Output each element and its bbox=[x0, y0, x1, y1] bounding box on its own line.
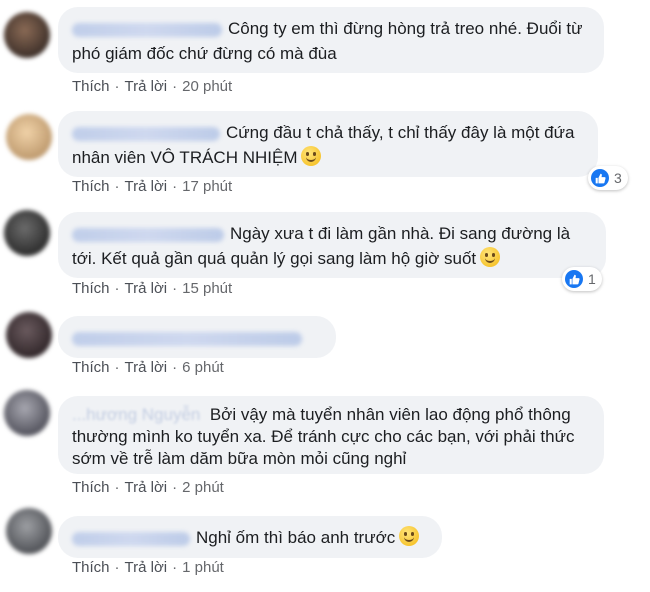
comment-time[interactable]: 6 phút bbox=[182, 359, 224, 376]
reaction-count[interactable]: 3 bbox=[588, 166, 628, 190]
smiley-emoji-icon bbox=[301, 146, 322, 166]
like-reaction-icon bbox=[591, 169, 609, 187]
separator: · bbox=[172, 479, 178, 496]
like-button[interactable]: Thích bbox=[72, 78, 110, 95]
separator: · bbox=[114, 559, 120, 576]
separator: · bbox=[172, 359, 178, 376]
comment-actions: Thích · Trả lời · 15 phút bbox=[72, 280, 232, 297]
reaction-number: 1 bbox=[588, 271, 596, 287]
separator: · bbox=[114, 479, 120, 496]
comment-bubble: Nghỉ ốm thì báo anh trước bbox=[58, 516, 442, 558]
reply-button[interactable]: Trả lời bbox=[125, 178, 168, 195]
comment-actions: Thích · Trả lời · 2 phút bbox=[72, 479, 224, 496]
comment-actions: Thích · Trả lời · 1 phút bbox=[72, 559, 224, 576]
comment-bubble: ...hương Nguyễn Bởi vậy mà tuyển nhân vi… bbox=[58, 396, 604, 474]
avatar[interactable] bbox=[6, 508, 52, 554]
comment-time[interactable]: 20 phút bbox=[182, 78, 232, 95]
avatar[interactable] bbox=[4, 210, 50, 256]
reaction-count[interactable]: 1 bbox=[562, 267, 602, 291]
like-button[interactable]: Thích bbox=[72, 178, 110, 195]
avatar[interactable] bbox=[4, 390, 50, 436]
separator: · bbox=[114, 178, 120, 195]
comment-time[interactable]: 15 phút bbox=[182, 280, 232, 297]
comment-author[interactable] bbox=[72, 227, 224, 242]
comment-author[interactable] bbox=[72, 126, 220, 141]
like-button[interactable]: Thích bbox=[72, 559, 110, 576]
comment-time[interactable]: 2 phút bbox=[182, 479, 224, 496]
separator: · bbox=[172, 178, 178, 195]
like-reaction-icon bbox=[565, 270, 583, 288]
separator: · bbox=[114, 78, 120, 95]
smiley-emoji-icon bbox=[480, 247, 501, 267]
avatar[interactable] bbox=[6, 114, 52, 160]
comment-bubble bbox=[58, 316, 336, 358]
reply-button[interactable]: Trả lời bbox=[125, 359, 168, 376]
like-button[interactable]: Thích bbox=[72, 359, 110, 376]
avatar[interactable] bbox=[6, 312, 52, 358]
comment-actions: Thích · Trả lời · 20 phút bbox=[72, 78, 232, 95]
comment-author[interactable]: ...hương Nguyễn bbox=[72, 405, 200, 424]
separator: · bbox=[114, 359, 120, 376]
comment-bubble: Cứng đầu t chả thấy, t chỉ thấy đây là m… bbox=[58, 111, 598, 177]
comment-text: Nghỉ ốm thì báo anh trước bbox=[196, 528, 396, 547]
like-button[interactable]: Thích bbox=[72, 479, 110, 496]
comment-time[interactable]: 1 phút bbox=[182, 559, 224, 576]
reply-button[interactable]: Trả lời bbox=[125, 559, 168, 576]
separator: · bbox=[172, 559, 178, 576]
separator: · bbox=[114, 280, 120, 297]
reply-button[interactable]: Trả lời bbox=[125, 479, 168, 496]
smiley-emoji-icon bbox=[399, 526, 420, 546]
avatar[interactable] bbox=[4, 12, 50, 58]
separator: · bbox=[172, 78, 178, 95]
reply-button[interactable]: Trả lời bbox=[125, 280, 168, 297]
reply-button[interactable]: Trả lời bbox=[125, 78, 168, 95]
comment-author[interactable] bbox=[72, 331, 302, 346]
comment-time[interactable]: 17 phút bbox=[182, 178, 232, 195]
comment-author[interactable] bbox=[72, 531, 190, 546]
reaction-number: 3 bbox=[614, 170, 622, 186]
comment-bubble: Công ty em thì đừng hòng trả treo nhé. Đ… bbox=[58, 7, 604, 73]
comment-bubble: Ngày xưa t đi làm gần nhà. Đi sang đường… bbox=[58, 212, 606, 278]
comment-actions: Thích · Trả lời · 6 phút bbox=[72, 359, 224, 376]
separator: · bbox=[172, 280, 178, 297]
comment-actions: Thích · Trả lời · 17 phút bbox=[72, 178, 232, 195]
comment-author[interactable] bbox=[72, 22, 222, 37]
like-button[interactable]: Thích bbox=[72, 280, 110, 297]
